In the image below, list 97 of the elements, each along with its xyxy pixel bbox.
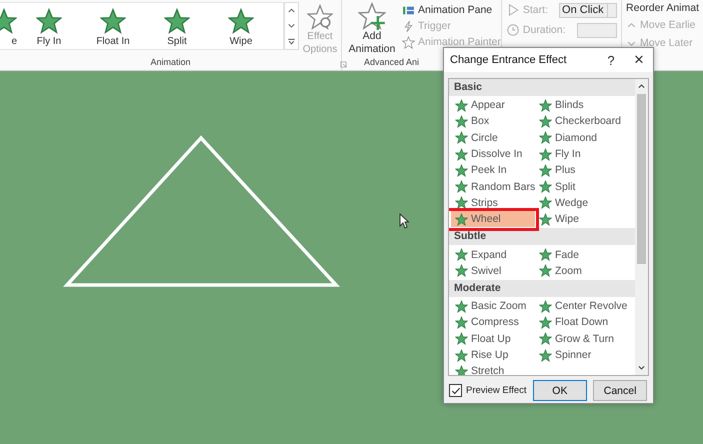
scroll-up-icon: [637, 82, 646, 91]
start-dropdown[interactable]: On Click: [559, 2, 618, 18]
star-icon: [539, 114, 552, 128]
effect-item[interactable]: Fade: [537, 246, 633, 263]
star-icon: [455, 180, 468, 194]
effect-item[interactable]: Diamond: [537, 130, 633, 146]
star-icon: [455, 300, 468, 313]
effect-item[interactable]: Swivel: [453, 262, 537, 279]
star-icon: [539, 264, 552, 278]
star-icon: [228, 8, 254, 34]
star-icon: [455, 332, 468, 346]
effect-item[interactable]: Peek In: [453, 162, 537, 178]
star-icon: [455, 348, 468, 362]
effect-item[interactable]: Spinner: [537, 346, 633, 364]
animation-gallery-item[interactable]: e: [0, 3, 17, 49]
star-icon: [455, 114, 468, 128]
animation-gallery-item[interactable]: Fly In: [17, 3, 81, 49]
animation-gallery-item[interactable]: Split: [145, 3, 209, 49]
star-icon: [539, 332, 552, 346]
animation-gallery-item[interactable]: Wipe: [209, 3, 273, 49]
effect-item[interactable]: Box: [453, 113, 537, 130]
group-header: Subtle: [449, 228, 635, 246]
star-icon: [455, 264, 468, 278]
dialog-launcher-icon: [340, 61, 347, 68]
ok-button[interactable]: OK: [532, 380, 588, 401]
add-animation-button[interactable]: Add Animation: [342, 0, 402, 57]
scroll-thumb[interactable]: [637, 94, 646, 264]
effect-item[interactable]: Float Up: [453, 330, 537, 347]
star-icon: [539, 164, 552, 177]
preview-checkbox[interactable]: [449, 384, 462, 397]
effect-item[interactable]: Expand: [453, 246, 537, 263]
star-icon: [539, 348, 552, 362]
star-icon: [455, 148, 468, 161]
effect-item[interactable]: Random Bars: [453, 178, 537, 195]
group-label: Animation: [150, 57, 191, 69]
group-title: Reorder Animat: [626, 2, 699, 14]
effect-item[interactable]: Stretch: [453, 363, 537, 375]
effect-item[interactable]: Rise Up: [453, 346, 537, 364]
clock-icon: [506, 23, 520, 37]
animation-gallery-item[interactable]: Float In: [81, 3, 145, 49]
star-icon: [455, 164, 468, 177]
close-button[interactable]: ×: [625, 48, 653, 72]
effect-item[interactable]: Appear: [453, 97, 537, 114]
effect-item[interactable]: Center Revolve: [537, 298, 633, 314]
star-icon: [539, 98, 552, 112]
effect-item[interactable]: Wipe: [537, 211, 633, 228]
scrollbar[interactable]: [635, 79, 648, 375]
scroll-down-icon: [637, 363, 646, 372]
cancel-button[interactable]: Cancel: [593, 380, 647, 401]
star-icon: [539, 196, 552, 210]
dialog-title: Change Entrance Effect: [450, 54, 568, 66]
effect-item[interactable]: Zoom: [537, 262, 633, 279]
star-icon: [539, 180, 552, 194]
checkbox-label: Preview Effect: [466, 385, 527, 396]
star-icon: [402, 36, 415, 48]
group-header: Basic: [449, 79, 635, 96]
star-icon: [164, 8, 190, 34]
star-icon: [455, 248, 468, 262]
effect-item[interactable]: Strips: [453, 194, 537, 212]
effect-item[interactable]: Grow & Turn: [537, 330, 633, 347]
star-icon: [539, 212, 552, 226]
effect-item[interactable]: Circle: [453, 130, 537, 146]
star-icon: [455, 131, 468, 144]
effect-item[interactable]: Wedge: [537, 194, 633, 212]
star-icon: [455, 212, 468, 226]
star-icon: [455, 364, 468, 375]
star-icon: [539, 131, 552, 144]
star-icon: [455, 196, 468, 210]
checkmark-icon: [450, 386, 460, 396]
effect-item[interactable]: Plus: [537, 162, 633, 178]
field-label: Duration:: [522, 24, 566, 36]
star-icon: [539, 316, 552, 329]
effect-item[interactable]: Basic Zoom: [453, 298, 537, 314]
field-label: Start:: [522, 4, 548, 16]
star-icon: [539, 148, 552, 161]
effect-item[interactable]: Dissolve In: [453, 146, 537, 162]
group-header: Moderate: [449, 280, 635, 297]
star-icon: [36, 8, 62, 34]
star-icon: [455, 316, 468, 329]
star-icon: [539, 300, 552, 313]
effect-item[interactable]: Blinds: [537, 97, 633, 114]
effect-item[interactable]: Checkerboard: [537, 113, 633, 130]
effect-item[interactable]: Split: [537, 178, 633, 195]
star-icon: [455, 98, 468, 112]
ribbon-button[interactable]: Animation Pane: [402, 3, 501, 17]
star-icon: [539, 248, 552, 262]
spin-field[interactable]: [577, 22, 618, 38]
effect-item[interactable]: Float Down: [537, 314, 633, 331]
mouse-pointer-icon: [399, 213, 409, 229]
star-gear-icon: [307, 4, 333, 30]
lightning-icon: [402, 20, 415, 32]
help-button[interactable]: ?: [597, 48, 625, 72]
group-label: Advanced Ani: [364, 57, 420, 69]
effect-item[interactable]: Fly In: [537, 146, 633, 162]
effect-item[interactable]: Compress: [453, 314, 537, 331]
star-icon: [100, 8, 126, 34]
pane-icon: [402, 4, 415, 16]
